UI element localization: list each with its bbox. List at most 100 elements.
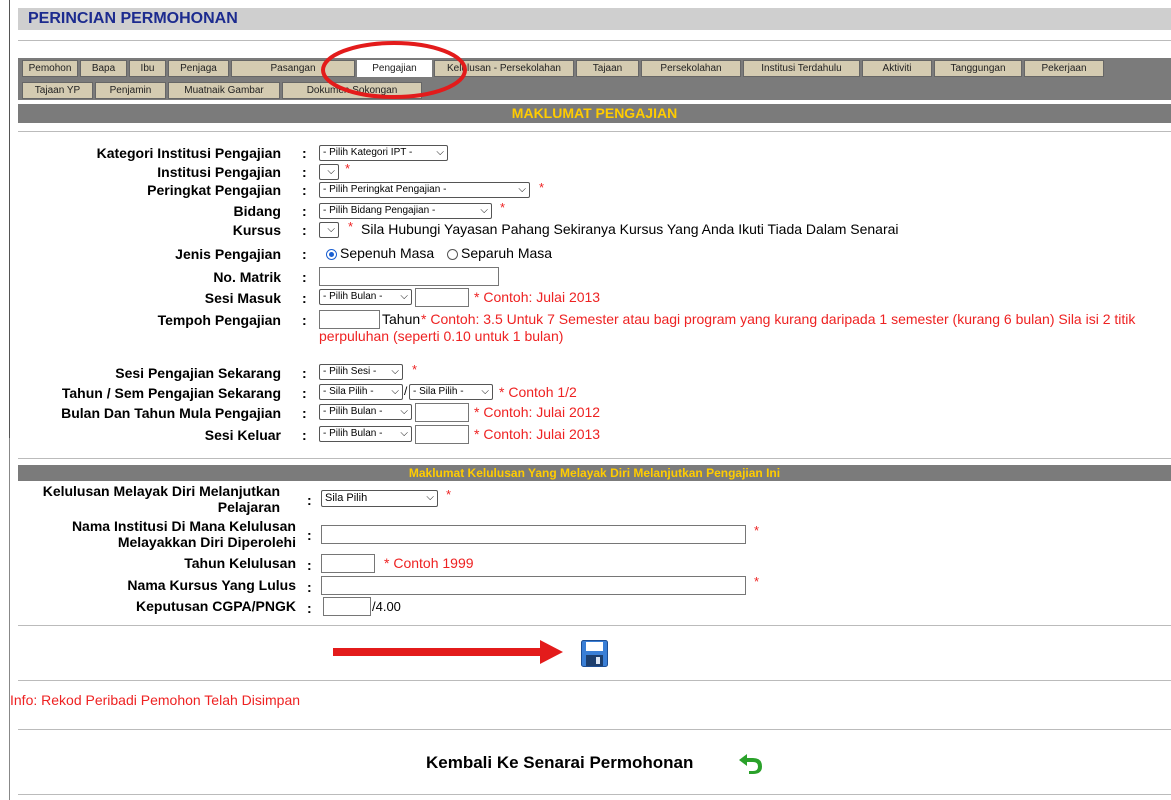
tab-pengajian[interactable]: Pengajian bbox=[357, 60, 432, 77]
save-button[interactable] bbox=[581, 640, 608, 667]
label-line: Nama Institusi Di Mana Kelulusan bbox=[71, 518, 296, 534]
input-matrik[interactable] bbox=[319, 267, 499, 286]
divider bbox=[18, 458, 1171, 459]
label-tempoh: Tempoh Pengajian bbox=[157, 312, 281, 328]
label-nama-institusi: Nama Institusi Di Mana Kelulusan Melayak… bbox=[18, 518, 296, 549]
tab-pasangan[interactable]: Pasangan bbox=[231, 60, 355, 77]
back-button[interactable] bbox=[737, 752, 764, 774]
select-tahun[interactable]: - Sila Pilih - ⌵ bbox=[319, 384, 403, 400]
select-institusi[interactable]: ⌵ bbox=[319, 164, 339, 180]
select-sem[interactable]: - Sila Pilih - ⌵ bbox=[409, 384, 493, 400]
chevron-down-icon: ⌵ bbox=[400, 428, 408, 439]
label-nama-kursus: Nama Kursus Yang Lulus bbox=[127, 577, 296, 593]
tab-tanggungan[interactable]: Tanggungan bbox=[934, 60, 1022, 77]
chevron-down-icon: ⌵ bbox=[400, 291, 408, 302]
label-tahun-kelulusan: Tahun Kelulusan bbox=[184, 555, 296, 571]
chevron-down-icon: ⌵ bbox=[327, 166, 335, 177]
select-bidang[interactable]: - Pilih Bidang Pengajian - ⌵ bbox=[319, 203, 492, 219]
colon: : bbox=[302, 182, 307, 198]
select-kategori[interactable]: - Pilih Kategori IPT - ⌵ bbox=[319, 145, 448, 161]
tab-muatnaik-gambar[interactable]: Muatnaik Gambar bbox=[168, 82, 280, 99]
label-institusi: Institusi Pengajian bbox=[157, 164, 281, 180]
tempoh-example: * Contoh: 3.5 Untuk 7 Semester atau bagi… bbox=[421, 311, 1136, 327]
chevron-down-icon: ⌵ bbox=[391, 366, 399, 377]
select-value: - Pilih Kategori IPT - bbox=[323, 147, 413, 158]
tab-tajaan-yp[interactable]: Tajaan YP bbox=[22, 82, 93, 99]
required-mark: * bbox=[500, 200, 506, 215]
colon: : bbox=[302, 246, 307, 262]
tab-aktiviti[interactable]: Aktiviti bbox=[862, 60, 932, 77]
input-cgpa[interactable] bbox=[323, 597, 371, 616]
select-kelulusan[interactable]: Sila Pilih ⌵ bbox=[321, 490, 438, 507]
colon: : bbox=[307, 492, 312, 508]
input-nama-kursus[interactable] bbox=[321, 576, 746, 595]
colon: : bbox=[302, 290, 307, 306]
chevron-down-icon: ⌵ bbox=[391, 386, 399, 397]
tahun-kelulusan-example: * Contoh 1999 bbox=[384, 555, 474, 571]
select-value: - Pilih Peringkat Pengajian - bbox=[323, 184, 447, 195]
tab-pekerjaan[interactable]: Pekerjaan bbox=[1024, 60, 1104, 77]
left-border bbox=[9, 0, 10, 438]
input-tempoh[interactable] bbox=[319, 310, 380, 329]
tab-bapa[interactable]: Bapa bbox=[80, 60, 127, 77]
select-bulan-mula[interactable]: - Pilih Bulan - ⌵ bbox=[319, 404, 412, 420]
colon: : bbox=[302, 312, 307, 328]
select-peringkat[interactable]: - Pilih Peringkat Pengajian - ⌵ bbox=[319, 182, 530, 198]
tab-dokumen-sokongan[interactable]: Dokumen Sokongan bbox=[282, 82, 422, 99]
tab-pemohon[interactable]: Pemohon bbox=[22, 60, 78, 77]
select-sesi-masuk-bulan[interactable]: - Pilih Bulan - ⌵ bbox=[319, 289, 412, 305]
select-value: Sila Pilih bbox=[325, 492, 368, 504]
input-nama-institusi[interactable] bbox=[321, 525, 746, 544]
select-value: - Pilih Bidang Pengajian - bbox=[323, 205, 436, 216]
page-title-bar: PERINCIAN PERMOHONAN bbox=[18, 8, 1171, 30]
input-sesi-masuk-tahun[interactable] bbox=[415, 288, 469, 307]
label-cgpa: Keputusan CGPA/PNGK bbox=[136, 598, 296, 614]
label-bulan-mula: Bulan Dan Tahun Mula Pengajian bbox=[61, 405, 281, 421]
radio-separuh-masa[interactable] bbox=[447, 249, 458, 260]
colon: : bbox=[302, 164, 307, 180]
tempoh-example-cont: perpuluhan (seperti 0.10 untuk 1 bulan) bbox=[319, 328, 564, 344]
section-maklumat-kelulusan: Maklumat Kelulusan Yang Melayak Diri Mel… bbox=[18, 465, 1171, 481]
chevron-down-icon: ⌵ bbox=[481, 386, 489, 397]
bulan-mula-example: * Contoh: Julai 2012 bbox=[474, 404, 601, 420]
tab-penjamin[interactable]: Penjamin bbox=[95, 82, 166, 99]
select-value: - Sila Pilih - bbox=[413, 386, 464, 397]
select-value: - Pilih Bulan - bbox=[323, 406, 383, 417]
sesi-keluar-example: * Contoh: Julai 2013 bbox=[474, 426, 601, 442]
input-tahun-mula[interactable] bbox=[415, 403, 469, 422]
tab-penjaga[interactable]: Penjaga bbox=[168, 60, 229, 77]
radio-sepenuh-masa[interactable] bbox=[326, 249, 337, 260]
tab-ibu[interactable]: Ibu bbox=[129, 60, 166, 77]
back-link[interactable]: Kembali Ke Senarai Permohonan bbox=[426, 753, 693, 773]
required-mark: * bbox=[345, 161, 351, 176]
colon: : bbox=[302, 405, 307, 421]
section-maklumat-pengajian: MAKLUMAT PENGAJIAN bbox=[18, 104, 1171, 123]
required-mark: * bbox=[446, 487, 452, 502]
tab-institusi-terdahulu[interactable]: Institusi Terdahulu bbox=[743, 60, 860, 77]
label-kursus: Kursus bbox=[232, 222, 281, 238]
divider bbox=[18, 625, 1171, 626]
chevron-down-icon: ⌵ bbox=[436, 147, 444, 158]
cgpa-suffix: /4.00 bbox=[372, 599, 401, 614]
tab-tajaan[interactable]: Tajaan bbox=[576, 60, 639, 77]
tab-persekolahan[interactable]: Persekolahan bbox=[641, 60, 741, 77]
radio-label: Separuh Masa bbox=[461, 245, 553, 261]
label-bidang: Bidang bbox=[233, 203, 281, 219]
separator: / bbox=[404, 384, 408, 398]
required-mark: * bbox=[412, 362, 418, 377]
label-sesi-keluar: Sesi Keluar bbox=[204, 427, 281, 443]
info-message: Info: Rekod Peribadi Pemohon Telah Disim… bbox=[10, 692, 301, 708]
chevron-down-icon: ⌵ bbox=[327, 224, 335, 235]
arrow-head bbox=[540, 640, 563, 664]
label-sesi-sekarang: Sesi Pengajian Sekarang bbox=[115, 365, 281, 381]
chevron-down-icon: ⌵ bbox=[518, 184, 526, 195]
label-tahun-sem: Tahun / Sem Pengajian Sekarang bbox=[61, 385, 281, 401]
select-sesi-keluar[interactable]: - Pilih Bulan - ⌵ bbox=[319, 426, 412, 442]
label-kategori: Kategori Institusi Pengajian bbox=[96, 145, 281, 161]
colon: : bbox=[302, 203, 307, 219]
select-sesi-sekarang[interactable]: - Pilih Sesi - ⌵ bbox=[319, 364, 403, 380]
input-tahun-kelulusan[interactable] bbox=[321, 554, 375, 573]
tab-kelulusan-persekolahan[interactable]: Kelulusan - Persekolahan bbox=[434, 60, 574, 77]
select-kursus[interactable]: ⌵ bbox=[319, 222, 339, 238]
input-tahun-keluar[interactable] bbox=[415, 425, 469, 444]
